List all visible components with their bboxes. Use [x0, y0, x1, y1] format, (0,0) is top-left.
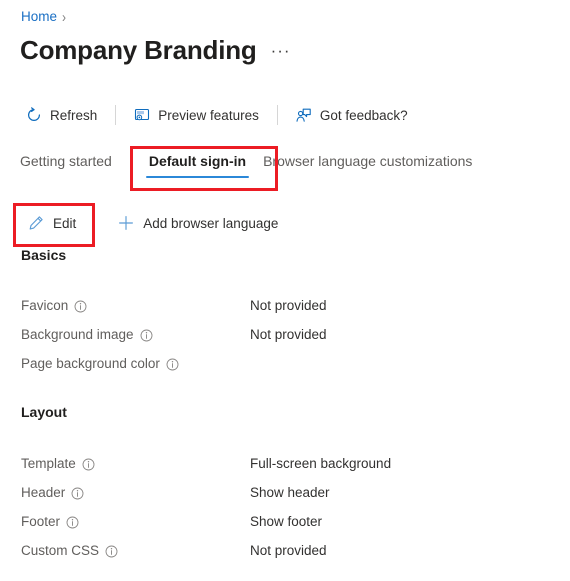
property-label-background-image: Background image	[21, 326, 250, 344]
add-browser-language-label: Add browser language	[143, 215, 279, 231]
property-label-template: Template	[21, 455, 250, 473]
property-label-template-text: Template	[21, 456, 76, 471]
plus-icon	[118, 215, 134, 231]
property-row-template: Template Full-screen background	[21, 454, 541, 474]
tab-default-sign-in-label: Default sign-in	[148, 153, 247, 169]
info-icon[interactable]	[66, 516, 79, 529]
tab-getting-started-label: Getting started	[20, 153, 112, 169]
property-value-header: Show header	[250, 485, 330, 500]
preview-features-label: Preview features	[158, 107, 259, 123]
feedback-icon	[296, 107, 312, 123]
property-value-custom-css: Not provided	[250, 543, 327, 558]
tab-browser-language-customizations[interactable]: Browser language customizations	[263, 152, 489, 180]
property-row-header: Header Show header	[21, 483, 541, 503]
property-label-footer: Footer	[21, 513, 250, 531]
active-tab-underline	[145, 175, 250, 178]
property-label-header-text: Header	[21, 485, 66, 500]
edit-label: Edit	[53, 215, 77, 231]
property-label-page-background-color: Page background color	[21, 355, 250, 373]
property-row-favicon: Favicon Not provided	[21, 296, 541, 316]
property-row-background-image: Background image Not provided	[21, 325, 541, 345]
refresh-button[interactable]: Refresh	[20, 104, 103, 126]
property-value-favicon: Not provided	[250, 298, 327, 313]
command-separator	[276, 105, 278, 125]
add-browser-language-button[interactable]: Add browser language	[110, 212, 286, 234]
refresh-icon	[26, 107, 42, 123]
section-heading-basics: Basics	[21, 247, 67, 263]
page-title: Company Branding	[20, 35, 257, 65]
action-bar: Edit Add browser language	[20, 210, 286, 236]
info-icon[interactable]	[105, 545, 118, 558]
property-label-header: Header	[21, 484, 250, 502]
property-row-page-background-color: Page background color	[21, 354, 541, 374]
got-feedback-button[interactable]: Got feedback?	[290, 104, 414, 126]
property-row-custom-css: Custom CSS Not provided	[21, 541, 541, 561]
command-bar: Refresh Preview features Got feedback?	[20, 100, 414, 130]
info-icon[interactable]	[82, 458, 95, 471]
breadcrumb-item-home[interactable]: Home	[21, 8, 57, 26]
property-value-template: Full-screen background	[250, 456, 392, 471]
preview-features-icon	[134, 107, 150, 123]
info-icon[interactable]	[140, 329, 153, 342]
tab-bar: Getting started Default sign-in Browser …	[20, 152, 489, 180]
property-label-custom-css-text: Custom CSS	[21, 543, 100, 558]
section-heading-layout: Layout	[21, 404, 67, 420]
property-label-custom-css: Custom CSS	[21, 542, 250, 560]
info-icon[interactable]	[166, 358, 179, 371]
got-feedback-label: Got feedback?	[319, 107, 408, 123]
preview-features-button[interactable]: Preview features	[128, 104, 265, 126]
breadcrumb: Home ›	[21, 8, 66, 26]
property-label-favicon-text: Favicon	[21, 298, 69, 313]
edit-button[interactable]: Edit	[20, 212, 84, 234]
property-label-favicon: Favicon	[21, 297, 250, 315]
property-label-footer-text: Footer	[21, 514, 61, 529]
page-title-row: Company Branding ···	[20, 34, 291, 66]
property-row-footer: Footer Show footer	[21, 512, 541, 532]
command-separator	[115, 105, 117, 125]
chevron-right-icon: ›	[62, 8, 67, 26]
refresh-label: Refresh	[50, 107, 98, 123]
tab-browser-language-customizations-label: Browser language customizations	[263, 153, 473, 169]
property-label-page-background-color-text: Page background color	[21, 356, 160, 371]
tab-default-sign-in[interactable]: Default sign-in	[132, 152, 263, 180]
property-value-background-image: Not provided	[250, 327, 327, 342]
info-icon[interactable]	[71, 487, 84, 500]
info-icon[interactable]	[74, 300, 87, 313]
more-options-icon[interactable]: ···	[271, 41, 291, 66]
property-label-background-image-text: Background image	[21, 327, 134, 342]
property-value-footer: Show footer	[250, 514, 323, 529]
tab-getting-started[interactable]: Getting started	[20, 152, 132, 180]
pencil-icon	[28, 215, 44, 231]
